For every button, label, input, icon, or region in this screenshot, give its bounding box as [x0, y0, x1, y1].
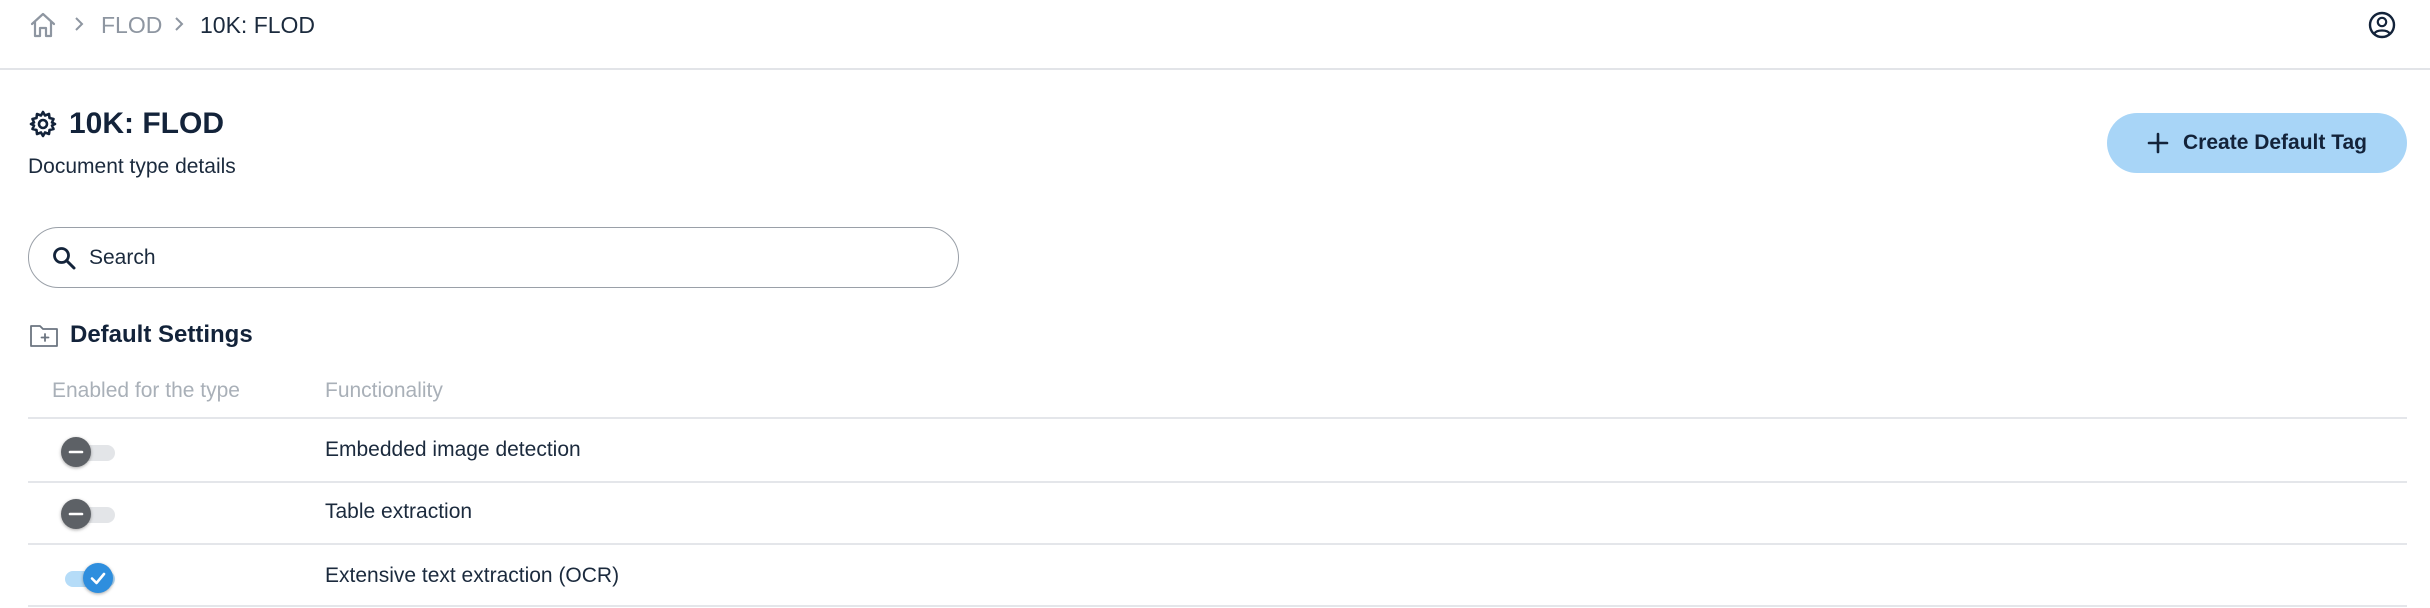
breadcrumb-item-flod[interactable]: FLOD	[101, 10, 162, 40]
toggle-extensive-text-extraction[interactable]	[61, 562, 117, 594]
table-divider	[28, 543, 2407, 545]
toggle-table-extraction[interactable]	[61, 498, 117, 530]
table-divider	[28, 605, 2407, 607]
plus-icon	[2147, 132, 2169, 154]
toggle-knob	[83, 563, 113, 593]
search-box[interactable]	[28, 227, 959, 288]
create-default-tag-button[interactable]: Create Default Tag	[2107, 113, 2407, 173]
check-icon	[90, 572, 106, 585]
search-icon	[53, 247, 76, 270]
minus-icon	[68, 512, 84, 516]
gear-icon	[29, 110, 57, 138]
create-default-tag-label: Create Default Tag	[2183, 131, 2367, 154]
toggle-knob	[61, 437, 91, 467]
chevron-right-icon	[175, 17, 184, 31]
section-title: Default Settings	[70, 321, 253, 348]
home-icon[interactable]	[28, 10, 58, 40]
page-title: 10K: FLOD	[69, 107, 225, 140]
top-bar: FLOD 10K: FLOD	[0, 0, 2430, 70]
functionality-label: Extensive text extraction (OCR)	[325, 564, 620, 587]
search-input[interactable]	[87, 242, 927, 274]
column-header-functionality: Functionality	[325, 379, 443, 402]
table-divider	[28, 417, 2407, 419]
toggle-embedded-image-detection[interactable]	[61, 436, 117, 468]
chevron-right-icon	[75, 17, 84, 31]
functionality-label: Table extraction	[325, 500, 473, 523]
minus-icon	[68, 450, 84, 454]
functionality-label: Embedded image detection	[325, 438, 581, 461]
breadcrumb-item-current: 10K: FLOD	[200, 12, 316, 38]
table-divider	[28, 481, 2407, 483]
page-subtitle: Document type details	[28, 155, 236, 178]
toggle-knob	[61, 499, 91, 529]
column-header-enabled: Enabled for the type	[52, 379, 240, 402]
folder-add-icon	[30, 325, 58, 347]
user-circle-icon[interactable]	[2367, 10, 2397, 40]
